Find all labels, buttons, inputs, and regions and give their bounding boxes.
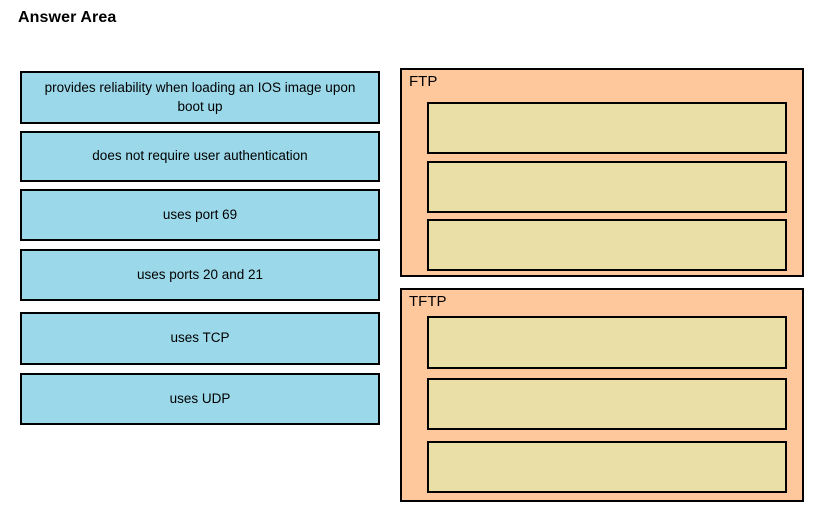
category-label: TFTP (409, 293, 447, 310)
option-tile-label: uses UDP (169, 390, 231, 406)
option-tile-label: does not require user authentication (92, 148, 308, 164)
drop-slot[interactable] (427, 102, 787, 154)
option-tile-label: uses TCP (170, 330, 230, 346)
category-label: FTP (409, 73, 438, 90)
option-tile[interactable]: uses TCP (20, 312, 380, 365)
page-title: Answer Area (18, 9, 117, 26)
category-panel-tftp[interactable]: TFTP (400, 288, 804, 502)
option-tile-label: uses ports 20 and 21 (136, 266, 264, 282)
option-tile[interactable]: does not require user authentication (20, 131, 380, 182)
option-tile[interactable]: uses ports 20 and 21 (20, 249, 380, 301)
drop-slot[interactable] (427, 316, 787, 369)
category-panel-ftp[interactable]: FTP (400, 68, 804, 277)
drop-slot[interactable] (427, 441, 787, 493)
option-tile[interactable]: uses UDP (20, 373, 380, 425)
option-tile-label: uses port 69 (162, 206, 238, 222)
option-tile[interactable]: uses port 69 (20, 189, 380, 241)
option-tile[interactable]: provides reliability when loading an IOS… (20, 71, 380, 124)
drop-slot[interactable] (427, 161, 787, 213)
option-tile-label: provides reliability when loading an IOS… (44, 79, 356, 114)
drop-slot[interactable] (427, 378, 787, 430)
drop-slot[interactable] (427, 219, 787, 271)
